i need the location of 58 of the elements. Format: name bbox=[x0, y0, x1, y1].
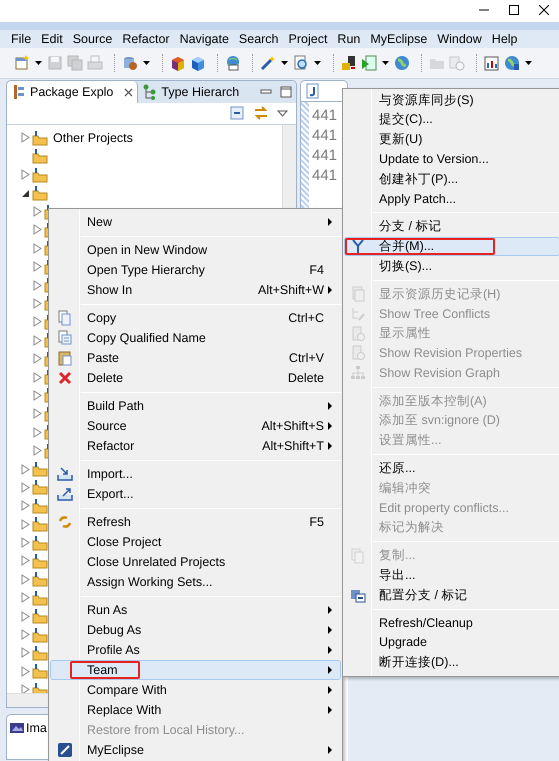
menu-item[interactable]: Refactor bbox=[117, 30, 175, 48]
menu-item[interactable]: Project bbox=[284, 30, 332, 48]
menu-item[interactable]: Paste Ctrl+V bbox=[50, 348, 341, 368]
tree-item-label[interactable]: Other Projects bbox=[53, 128, 133, 148]
menu-item[interactable]: Window bbox=[432, 30, 487, 48]
view-tab[interactable]: Package Explo bbox=[7, 81, 138, 103]
menu-item[interactable]: 断开连接(D)... bbox=[344, 652, 559, 673]
menu-item[interactable]: MyEclipse bbox=[365, 30, 432, 48]
menu-item[interactable]: Source Alt+Shift+S bbox=[50, 416, 341, 436]
line-number: 441 bbox=[311, 146, 338, 166]
menu-item[interactable]: Refresh/Cleanup bbox=[344, 613, 559, 633]
menu-item[interactable]: Navigate bbox=[174, 30, 234, 48]
menu-item[interactable]: 提交(C)... bbox=[344, 110, 559, 130]
menu-item[interactable]: 导出... bbox=[344, 566, 559, 586]
menu-item[interactable]: Profile As bbox=[50, 640, 341, 660]
menu-item[interactable]: Close Unrelated Projects bbox=[50, 552, 341, 572]
menu-item[interactable]: Source bbox=[68, 30, 118, 48]
menu-item[interactable]: New bbox=[50, 212, 341, 232]
menu-item[interactable]: Debug As bbox=[50, 620, 341, 640]
menu-item[interactable]: 分支 / 标记 bbox=[344, 216, 559, 237]
menu-item[interactable]: Upgrade bbox=[344, 632, 559, 653]
menu-item[interactable]: Assign Working Sets... bbox=[50, 572, 341, 592]
menu-item[interactable]: 合并(M)... bbox=[344, 236, 559, 256]
menu-item[interactable]: 切换(S)... bbox=[344, 256, 559, 276]
menu-item[interactable]: 与资源库同步(S) bbox=[344, 90, 559, 110]
view-tab[interactable]: Type Hierarch bbox=[138, 81, 244, 103]
menu-item[interactable]: Replace With bbox=[50, 700, 341, 720]
menu-item[interactable]: Refactor Alt+Shift+T bbox=[50, 436, 341, 456]
menu-item[interactable]: Search bbox=[234, 30, 284, 48]
menu-item[interactable]: Update to Version... bbox=[344, 149, 559, 170]
menu-item[interactable]: Compare With bbox=[50, 680, 341, 700]
menu-item[interactable]: Refresh F5 bbox=[50, 512, 341, 532]
menu-item[interactable]: 配置分支 / 标记 bbox=[344, 585, 559, 606]
menu-item[interactable]: Build Path bbox=[50, 396, 341, 416]
line-number: 441 bbox=[311, 126, 338, 146]
menu-item[interactable]: 创建补丁(P)... bbox=[344, 169, 559, 189]
menu-item[interactable]: Edit bbox=[36, 30, 68, 48]
menu-item[interactable]: Delete Delete bbox=[50, 368, 341, 388]
menu-item[interactable]: Copy Ctrl+C bbox=[50, 308, 341, 328]
menu-item[interactable]: Export... bbox=[50, 484, 341, 504]
menu-item[interactable]: Open in New Window bbox=[50, 240, 341, 260]
menu-item[interactable]: Apply Patch... bbox=[344, 188, 559, 209]
menu-item[interactable]: 还原... bbox=[344, 458, 559, 478]
menu-item[interactable]: Help bbox=[486, 30, 523, 48]
menu-item[interactable]: MyEclipse bbox=[50, 740, 341, 760]
menu-item[interactable]: File bbox=[6, 30, 36, 48]
menu-item[interactable]: Run As bbox=[50, 600, 341, 620]
view-tab[interactable]: Ima bbox=[7, 715, 47, 738]
menu-item[interactable]: Copy Qualified Name bbox=[50, 328, 341, 348]
menu-item[interactable]: Import... bbox=[50, 464, 341, 484]
menu-item[interactable]: Show In Alt+Shift+W bbox=[50, 280, 341, 300]
menu-item[interactable]: 更新(U) bbox=[344, 130, 559, 150]
menu-item[interactable]: Close Project bbox=[50, 532, 341, 552]
menu-item[interactable]: Team bbox=[50, 660, 341, 680]
line-number: 441 bbox=[311, 166, 338, 186]
menu-item[interactable]: Run bbox=[332, 30, 366, 48]
menu-item[interactable]: Open Type Hierarchy F4 bbox=[50, 260, 341, 280]
line-number: 441 bbox=[311, 106, 338, 126]
